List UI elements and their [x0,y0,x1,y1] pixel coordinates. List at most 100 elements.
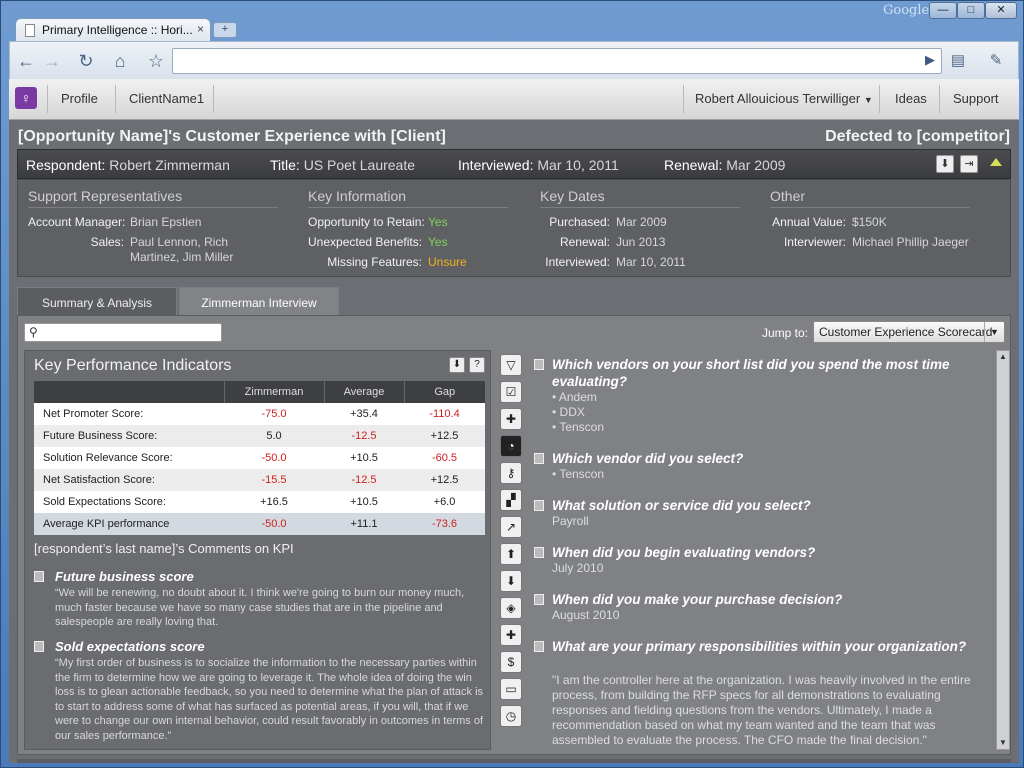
tool-strip: ▽ ☑ ✚ ◔ ⚷ ▞ ↗ ⬆ ⬇ ◈ ✚ $ ▭ ◷ [499,350,523,750]
go-arrow-icon[interactable]: ▶ [925,52,935,68]
tab-title: Primary Intelligence :: Hori... [42,23,193,37]
speech-bubble-icon[interactable]: ▭ [500,678,522,700]
hierarchy-icon[interactable]: ▞ [500,489,522,511]
divider [683,85,684,113]
comment-icon[interactable] [534,359,544,370]
chevron-down-icon: ▼ [863,95,873,105]
detail-row: Annual Value: $150K [772,215,887,229]
browser-toolbar: ← → ↻ ⌂ ☆ ▶ ▤ ✎ [9,41,1019,79]
forward-arrow-icon[interactable]: → [40,49,64,73]
respondent-bar: Respondent: Robert Zimmerman Title: US P… [17,149,1011,179]
divider [879,85,880,113]
box-icon[interactable]: ◈ [500,597,522,619]
user-menu[interactable]: Robert Allouicious Terwilliger ▼ [695,91,873,106]
question-text: When did you make your purchase decision… [552,592,843,607]
tab-summary[interactable]: Summary & Analysis [17,287,177,315]
comment-icon[interactable] [534,547,544,558]
back-arrow-icon[interactable]: ← [14,49,38,73]
detail-row: Interviewer: Michael Phillip Jaeger [783,235,969,249]
scroll-down-icon[interactable]: ▼ [997,737,1009,749]
page-icon [25,24,35,37]
section-heading: Support Representatives [28,188,278,208]
browser-window: Primary Intelligence :: Hori... × + Goog… [0,0,1024,768]
key-icon[interactable]: ⚷ [500,462,522,484]
tab-interview[interactable]: Zimmerman Interview [179,287,339,315]
answer-text: July 2010 [552,561,604,575]
detail-row: Renewal: Jun 2013 [559,235,666,249]
nav-support[interactable]: Support [953,91,999,106]
bookmark-star-icon[interactable]: ☆ [144,49,168,73]
trend-icon[interactable]: ↗ [500,516,522,538]
close-window-button[interactable]: ✕ [985,2,1017,19]
detail-row: Martinez, Jim Miller [130,250,234,264]
browser-tab[interactable]: Primary Intelligence :: Hori... × [15,18,211,42]
puzzle-icon[interactable]: ✚ [500,408,522,430]
vertical-scrollbar[interactable]: ▲ ▼ [996,350,1010,750]
detail-row: Purchased: Mar 2009 [549,215,667,229]
detail-row: Account Manager: Brian Epstien [28,215,202,229]
divider [115,85,116,113]
arrow-up-icon[interactable]: ⬆ [500,543,522,565]
checkbox-icon[interactable]: ☑ [500,381,522,403]
table-row: Sold Expectations Score: +16.5 +10.5 +6.0 [34,491,485,513]
export-icon[interactable]: ⇥ [960,155,978,173]
interviewed-field: Interviewed: Mar 10, 2011 [458,157,619,173]
comment-text: “We will be renewing, no doubt about it.… [55,587,465,628]
wrench-menu-icon[interactable]: ✎ [984,49,1008,73]
renewal-field: Renewal: Mar 2009 [664,157,786,173]
plus-icon[interactable]: ✚ [500,624,522,646]
minimize-button[interactable]: — [929,2,957,19]
nav-client[interactable]: ClientName1 [129,91,204,106]
maximize-button[interactable]: □ [957,2,985,19]
column-header [34,381,224,403]
help-icon[interactable]: ? [469,357,485,373]
jump-select[interactable]: Customer Experience Scorecard ▼ [813,321,1005,343]
reload-icon[interactable]: ↻ [74,49,98,73]
nav-profile[interactable]: Profile [61,91,98,106]
comment-icon[interactable] [534,641,544,652]
page-menu-icon[interactable]: ▤ [946,49,970,73]
column-header: Average [323,381,404,403]
gauge-icon[interactable]: ◔ [500,435,522,457]
scroll-up-icon[interactable]: ▲ [997,351,1009,363]
respondent-field: Respondent: Robert Zimmerman [26,157,230,173]
page-title-bar: [Opportunity Name]'s Customer Experience… [18,128,1010,148]
question-text: Which vendors on your short list did you… [552,357,950,389]
detail-row: Unexpected Benefits: Yes [308,235,448,249]
comment-icon[interactable] [534,594,544,605]
download-icon[interactable]: ⬇ [449,357,465,373]
search-icon: ⚲ [29,325,38,339]
arrow-down-icon[interactable]: ⬇ [500,570,522,592]
comment-icon[interactable] [34,641,44,652]
kpi-title: Key Performance Indicators [34,357,232,374]
key-information: Key Information Opportunity to Retain: Ye… [308,188,508,272]
comments-heading: [respondent’s last name]’s Comments on K… [34,541,294,556]
answer-text: • Tenscon [552,467,605,481]
collapse-up-icon[interactable] [990,158,1002,166]
nav-ideas[interactable]: Ideas [895,91,927,106]
home-icon[interactable]: ⌂ [108,49,132,73]
answer-text: • Tenscon [552,420,605,434]
address-bar[interactable]: ▶ [172,48,942,74]
filter-icon[interactable]: ▽ [500,354,522,376]
title-field: Title: US Poet Laureate [270,157,416,173]
support-representatives: Support Representatives Account Manager:… [28,188,278,267]
download-icon[interactable]: ⬇ [936,155,954,173]
kpi-panel: Key Performance Indicators ⬇ ? Zimmerman… [24,350,491,750]
comment-text: “My first order of business is to social… [55,657,484,742]
comment-icon[interactable] [534,500,544,511]
clock-icon[interactable]: ◷ [500,705,522,727]
other-details: Other Annual Value: $150K Interviewer: Mic… [770,188,970,252]
dollar-icon[interactable]: $ [500,651,522,673]
comment-icon[interactable] [534,453,544,464]
new-tab-button[interactable]: + [213,22,237,38]
answer-text: Payroll [552,514,589,528]
close-tab-icon[interactable]: × [197,22,204,36]
chevron-down-icon: ▼ [984,322,1004,342]
comment-icon[interactable] [34,571,44,582]
answer-text: • DDX [552,405,585,419]
title-bar: Primary Intelligence :: Hori... × + Goog… [1,1,1024,42]
logo-icon[interactable]: ♀ [15,87,37,109]
search-input[interactable]: ⚲ [24,323,222,342]
key-dates: Key Dates Purchased: Mar 2009 Renewal: Jun… [540,188,740,272]
